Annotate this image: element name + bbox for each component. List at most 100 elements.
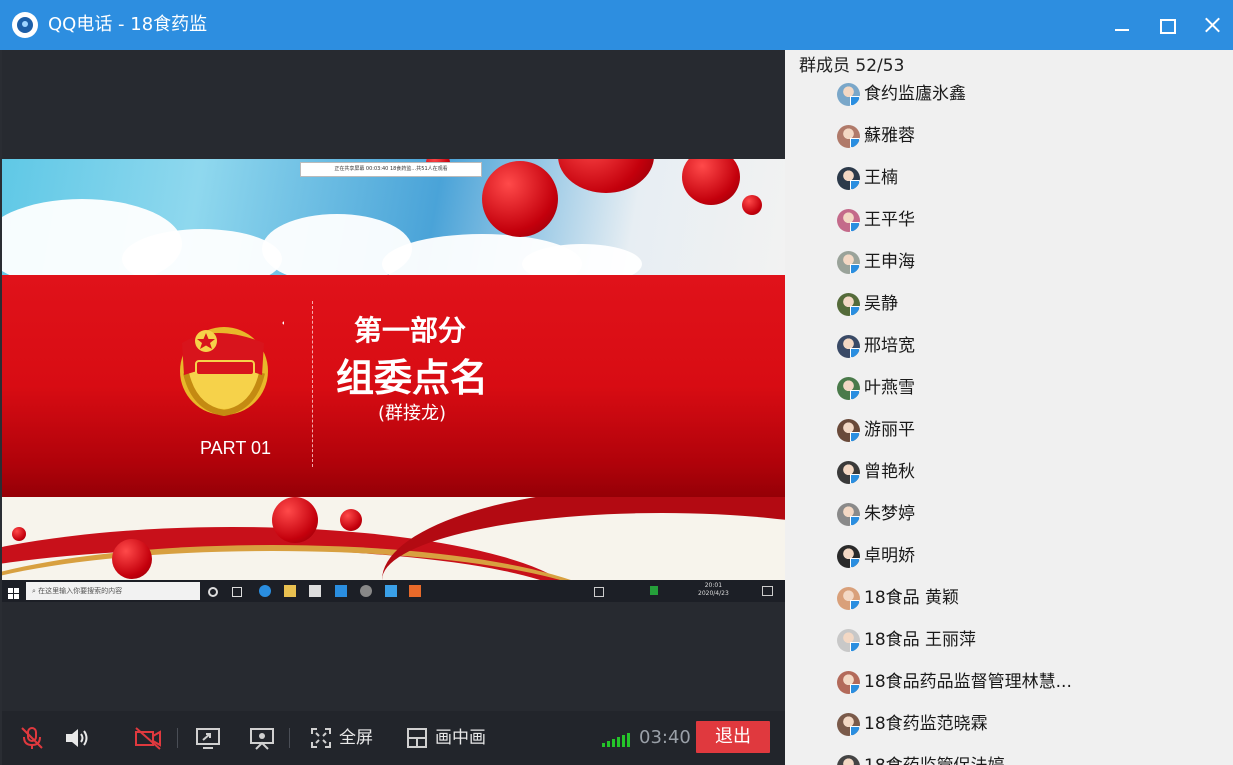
member-list-item[interactable]: 18食品 王丽萍 [837,626,1217,656]
slide-section-subtitle: (群接龙) [378,403,447,424]
network-signal-icon [602,731,632,747]
member-avatar [837,503,860,526]
device-badge-icon [850,96,860,106]
slide-divider [312,301,313,467]
windows-start-icon [8,585,20,599]
member-list-panel[interactable]: 群成员 52/53 食约监廬氷鑫 蘇雅蓉王楠王平华王申海吴静邢培宽叶燕雪游丽平曾艳… [785,50,1233,765]
member-avatar [837,83,860,106]
member-list-item[interactable]: 叶燕雪 [837,374,1217,404]
slide-lower-decoration [2,497,785,580]
member-list-item[interactable]: 王楠 [837,164,1217,194]
presenter-icon[interactable] [248,725,276,751]
member-avatar [837,671,860,694]
edge-icon [259,585,271,597]
member-name: 王平华 [864,210,915,230]
device-badge-icon [850,264,860,274]
member-name: 卓明娇 [864,546,915,566]
member-list-item[interactable]: 朱梦婷 [837,500,1217,530]
qq-taskbar-icon [385,585,397,597]
member-name: 叶燕雪 [864,378,915,398]
close-button[interactable] [1197,10,1227,40]
action-center-icon [762,586,773,596]
shared-slide: 正在共享屏幕 00:03:40 18食药监…共51人在观看 PART 01 第一… [2,159,785,602]
fullscreen-icon[interactable] [309,725,333,751]
device-badge-icon [850,138,860,148]
screen-share-status-bar: 正在共享屏幕 00:03:40 18食药监…共51人在观看 [300,162,482,177]
screen-share-icon[interactable] [194,725,222,751]
task-view-icon [232,587,242,597]
member-avatar [837,209,860,232]
notification-tray-icon [594,587,604,597]
member-name: 游丽平 [864,420,915,440]
control-separator [177,728,178,748]
call-duration: 03:40 [639,727,691,748]
exit-call-button[interactable]: 退出 [696,721,770,753]
member-avatar [837,545,860,568]
device-badge-icon [850,432,860,442]
member-list-item[interactable]: 18食品药品监督管理林慧... [837,668,1217,698]
member-avatar [837,377,860,400]
member-avatar [837,251,860,274]
picture-in-picture-button[interactable]: 画中画 [435,727,486,749]
member-list-item[interactable]: 18食品 黄颖 [837,584,1217,614]
qq-call-window: QQ电话 - 18食药监 正在共享屏幕 00:03:40 18食药监…共51人在… [0,0,1233,765]
maximize-button[interactable] [1152,10,1182,40]
member-list-item[interactable]: 吴静 [837,290,1217,320]
member-name: 吴静 [864,294,898,314]
slide-sky-banner: 正在共享屏幕 00:03:40 18食药监…共51人在观看 [2,159,785,294]
slide-section-heading: 组委点名 [336,356,489,400]
device-badge-icon [850,390,860,400]
member-list-item[interactable]: 邢培宽 [837,332,1217,362]
device-badge-icon [850,180,860,190]
member-name: 18食药监管促法婷 [864,755,1005,765]
member-avatar [837,293,860,316]
member-name: 食约监廬氷鑫 [864,84,966,104]
device-badge-icon [850,726,860,736]
member-avatar [837,461,860,484]
taskbar-clock: 20:01 2020/4/23 [698,582,729,597]
member-list-item[interactable]: 蘇雅蓉 [837,122,1217,152]
cortana-icon [208,587,218,597]
member-name: 曾艳秋 [864,462,915,482]
device-badge-icon [850,222,860,232]
title-bar[interactable]: QQ电话 - 18食药监 [0,0,1233,50]
member-list-item[interactable]: 18食药监范晓霖 [837,710,1217,740]
picture-in-picture-icon[interactable] [406,725,428,751]
camera-off-icon[interactable] [133,725,163,751]
shared-screen-view[interactable]: 正在共享屏幕 00:03:40 18食药监…共51人在观看 PART 01 第一… [2,50,785,711]
member-name: 蘇雅蓉 [864,126,915,146]
window-title: QQ电话 - 18食药监 [48,14,208,35]
slides-app-icon [409,585,421,597]
device-badge-icon [850,516,860,526]
fullscreen-button[interactable]: 全屏 [339,727,373,749]
member-list-item[interactable]: 游丽平 [837,416,1217,446]
control-separator [289,728,290,748]
call-control-bar: 全屏 画中画 03:40 退出 [2,711,785,765]
device-badge-icon [850,684,860,694]
speaker-icon[interactable] [63,725,91,751]
folder-icon [284,585,296,597]
shared-screen-taskbar: ⌕ 在这里输入你要搜索的内容 20:01 2020/4/23 [2,580,785,602]
search-icon: ⌕ [32,587,36,595]
member-name: 18食品 王丽萍 [864,630,977,650]
qq-logo-icon [12,12,38,38]
device-badge-icon [850,474,860,484]
device-badge-icon [850,600,860,610]
member-list-item[interactable]: 王平华 [837,206,1217,236]
device-badge-icon [850,348,860,358]
mic-muted-icon[interactable] [19,725,45,751]
member-list-item[interactable]: 王申海 [837,248,1217,278]
member-name: 朱梦婷 [864,504,915,524]
minimize-button[interactable] [1107,10,1137,40]
member-list-item[interactable]: 曾艳秋 [837,458,1217,488]
member-name: 邢培宽 [864,336,915,356]
member-list-item[interactable]: 卓明娇 [837,542,1217,572]
minimize-icon [1115,29,1129,31]
member-list-item[interactable]: 18食药监管促法婷 [837,752,1217,765]
maximize-icon [1160,19,1176,34]
member-avatar [837,713,860,736]
device-badge-icon [850,558,860,568]
member-count-header: 群成员 52/53 [799,56,905,76]
member-list-item[interactable]: 食约监廬氷鑫 [837,80,1217,110]
member-avatar [837,125,860,148]
